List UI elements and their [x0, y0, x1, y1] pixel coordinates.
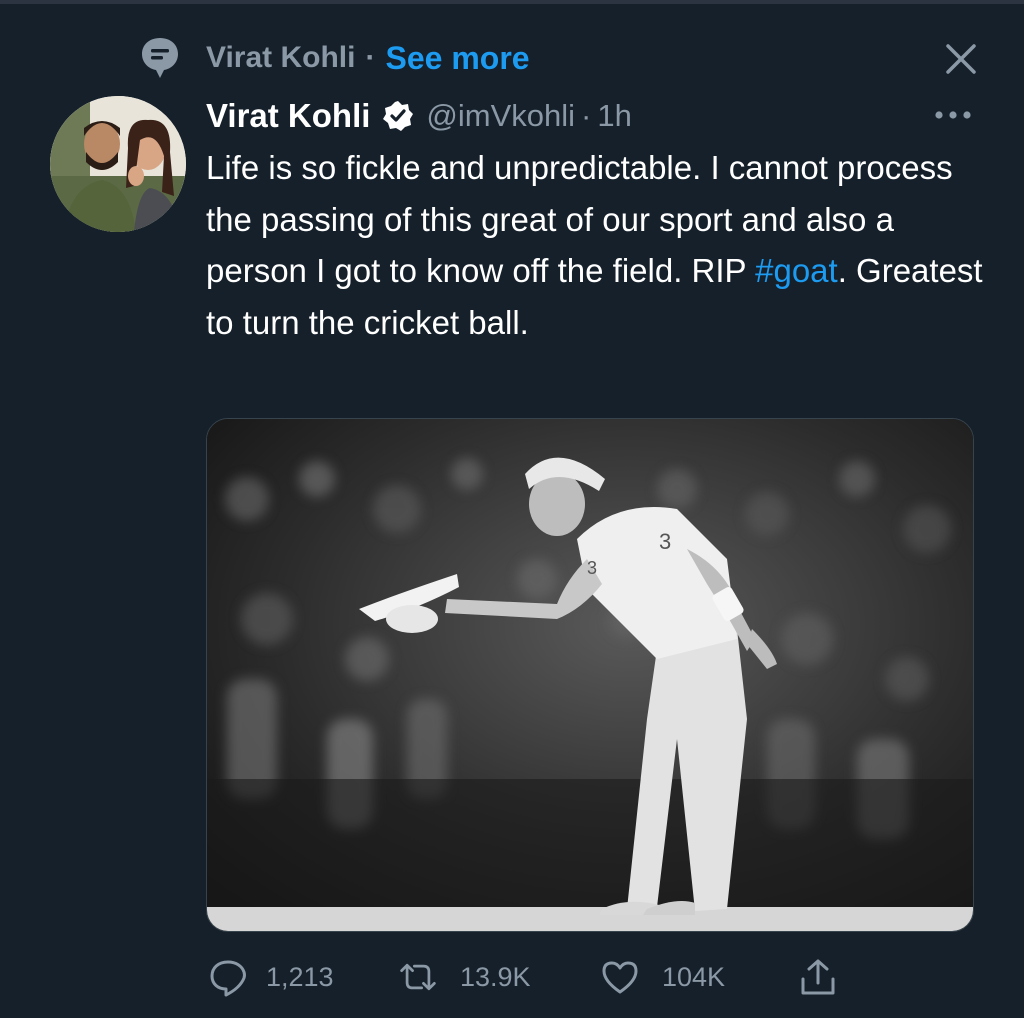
share-icon	[798, 957, 838, 997]
retweet-button[interactable]: 13.9K	[398, 955, 531, 999]
like-count: 104K	[662, 961, 726, 992]
tweet-text: Life is so fickle and unpredictable. I c…	[206, 142, 986, 348]
action-bar: 1,213 13.9K 104K	[0, 955, 1024, 999]
avatar[interactable]	[50, 96, 186, 232]
reply-icon	[208, 957, 248, 997]
reply-count: 1,213	[266, 961, 334, 992]
context-separator: ·	[365, 41, 376, 74]
share-button[interactable]	[798, 955, 838, 999]
like-button[interactable]: 104K	[600, 955, 725, 999]
svg-text:3: 3	[659, 529, 671, 554]
svg-text:3: 3	[587, 558, 597, 578]
retweet-icon	[398, 957, 438, 997]
tweet-header: Virat Kohli @imVkohli · 1h	[206, 92, 632, 140]
handle[interactable]: @imVkohli	[426, 98, 575, 134]
context-name[interactable]: Virat Kohli	[206, 41, 355, 75]
retweet-count: 13.9K	[460, 961, 531, 992]
heart-icon	[600, 957, 640, 997]
display-name[interactable]: Virat Kohli	[206, 97, 370, 135]
see-more-link[interactable]: See more	[385, 40, 529, 77]
timestamp[interactable]: 1h	[597, 98, 631, 134]
top-divider	[0, 0, 1024, 4]
hashtag-link[interactable]: #goat	[755, 252, 838, 289]
context-row: Virat Kohli · See more	[140, 36, 530, 80]
close-button[interactable]	[940, 38, 982, 80]
reply-button[interactable]: 1,213	[208, 955, 334, 999]
more-options-button[interactable]	[932, 100, 974, 130]
more-icon	[935, 111, 971, 119]
verified-badge-icon	[382, 100, 414, 132]
close-icon	[946, 44, 976, 74]
tweet-photo[interactable]: 3 3	[206, 418, 974, 932]
speech-bubble-icon	[140, 36, 180, 80]
header-separator: ·	[581, 98, 592, 133]
